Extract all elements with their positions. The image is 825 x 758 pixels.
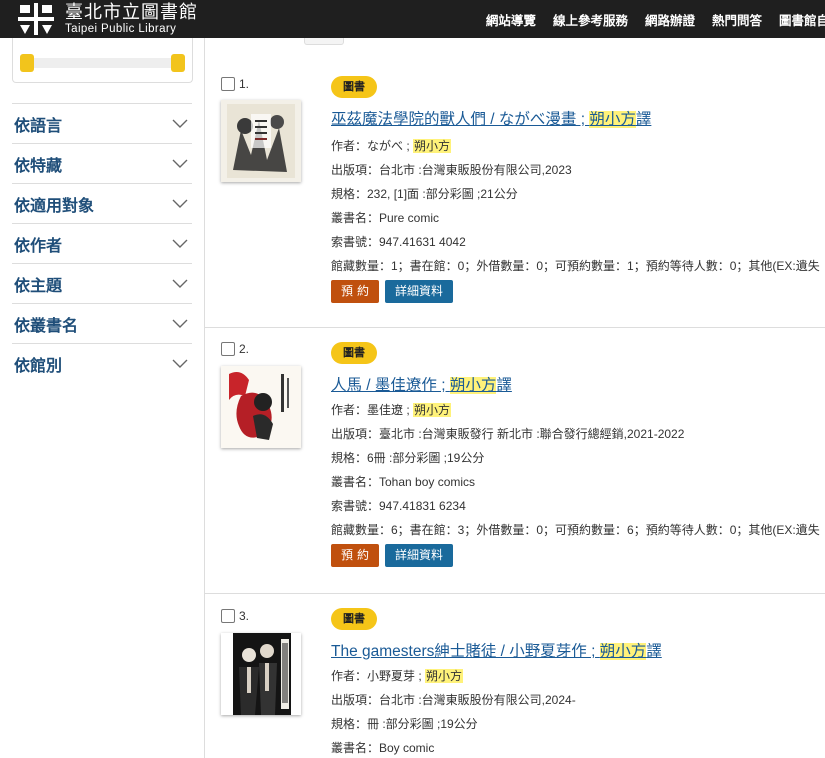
select-checkbox[interactable] (221, 609, 235, 623)
series-line: 叢書名：Tohan boy comics (331, 475, 476, 489)
nav-site-map[interactable]: 網站導覽 (486, 10, 536, 29)
range-slider-max-handle[interactable] (171, 54, 185, 72)
chevron-down-icon (172, 239, 188, 248)
result-item: 1. 圖書 巫茲魔法學院的獸人們 / ながべ漫畫 ; 朔小方譯 作者：ながべ ;… (205, 66, 825, 328)
result-title-link[interactable]: 人馬 / 墨佳遼作 ; 朔小方譯 (331, 373, 825, 395)
title-suffix: 譯 (496, 377, 512, 394)
author-label: 作者： (331, 403, 368, 417)
title-highlight: 朔小方 (589, 111, 636, 128)
details-button[interactable]: 詳細資料 (385, 280, 454, 303)
chevron-down-icon (172, 319, 188, 328)
result-title-link[interactable]: The gamesters紳士賭徒 / 小野夏芽作 ; 朔小方譯 (331, 639, 825, 661)
toolbar-tab[interactable] (304, 38, 344, 45)
facet-series[interactable]: 依叢書名 (12, 303, 192, 343)
select-checkbox[interactable] (221, 77, 235, 91)
title-suffix: 譯 (646, 643, 662, 660)
result-item: 3. 圖書 The gamesters紳士賭徒 / 小野夏芽作 ; 朔小方譯 作… (205, 594, 825, 758)
result-index: 3. (239, 609, 250, 623)
material-type-badge: 圖書 (331, 76, 377, 98)
call-number-line: 索書號：947.41631 4042 (331, 235, 466, 249)
logo-english-name: Taipei Public Library (65, 22, 177, 35)
title-text: 巫茲魔法學院的獸人們 / ながべ漫畫 ; (331, 111, 590, 128)
author-value: 小野夏芽 ; (367, 669, 426, 683)
top-nav: 網站導覽 線上參考服務 網路辦證 熱門問答 圖書館自 (486, 0, 825, 38)
author-line: 作者：墨佳遼 ; 朔小方 (331, 398, 825, 422)
author-line: 作者：ながべ ; 朔小方 (331, 134, 825, 158)
facet-language[interactable]: 依語言 (12, 103, 192, 143)
filter-sidebar: 依語言 依特藏 依適用對象 依作者 依主題 依叢書名 依館別 (0, 38, 205, 758)
title-highlight: 朔小方 (599, 643, 647, 660)
facet-label: 依叢書名 (14, 317, 79, 335)
author-value: ながべ ; (367, 139, 414, 153)
format-line: 規格：6冊 :部分彩圖 ;19公分 (331, 451, 485, 465)
holdings-line: 館藏數量：1；書在館：0；外借數量：0；可預約數量：1；預約等待人數：0；其他(… (331, 259, 820, 273)
result-item: 2. 圖書 人馬 / 墨佳遼作 ; 朔小方譯 作者：墨佳遼 ; 朔小方 出版項：… (205, 328, 825, 594)
material-type-badge: 圖書 (331, 608, 377, 630)
author-line: 作者：小野夏芽 ; 朔小方 (331, 664, 825, 688)
title-highlight: 朔小方 (449, 377, 497, 394)
result-index: 2. (239, 342, 250, 356)
result-index: 1. (239, 77, 250, 91)
author-highlight: 朔小方 (413, 139, 452, 153)
logo-chinese-name: 臺北市立圖書館 (65, 1, 198, 22)
facet-audience[interactable]: 依適用對象 (12, 183, 192, 223)
nav-faq[interactable]: 熱門問答 (712, 10, 762, 29)
facet-list: 依語言 依特藏 依適用對象 依作者 依主題 依叢書名 依館別 (12, 103, 192, 383)
title-text: 人馬 / 墨佳遼作 ; (331, 377, 450, 394)
facet-subject[interactable]: 依主題 (12, 263, 192, 303)
publication-line: 出版項：台北市 :台灣東販股份有限公司,2024- (331, 693, 576, 707)
facet-label: 依作者 (14, 237, 63, 255)
title-text: The gamesters紳士賭徒 / 小野夏芽作 ; (331, 643, 600, 660)
chevron-down-icon (172, 199, 188, 208)
facet-label: 依主題 (14, 277, 63, 295)
reserve-button[interactable]: 預約 (331, 280, 380, 303)
book-cover-image[interactable] (221, 366, 301, 448)
site-header: 臺北市立圖書館 Taipei Public Library 網站導覽 線上參考服… (0, 0, 825, 38)
author-value: 墨佳遼 ; (367, 403, 414, 417)
chevron-down-icon (172, 279, 188, 288)
series-line: 叢書名：Boy comic (331, 741, 435, 755)
nav-library-self[interactable]: 圖書館自 (779, 10, 825, 29)
publication-line: 出版項：臺北市 :台灣東販發行 新北市 :聯合發行總經銷,2021-2022 (331, 427, 685, 441)
chevron-down-icon (172, 159, 188, 168)
material-type-badge: 圖書 (331, 342, 377, 364)
author-label: 作者： (331, 669, 368, 683)
select-checkbox[interactable] (221, 342, 235, 356)
facet-label: 依館別 (14, 357, 63, 375)
nav-online-card[interactable]: 網路辦證 (645, 10, 695, 29)
facet-label: 依語言 (14, 117, 63, 135)
facet-author[interactable]: 依作者 (12, 223, 192, 263)
holdings-line: 館藏數量：6；書在館：3；外借數量：0；可預約數量：6；預約等待人數：0；其他(… (331, 523, 820, 537)
nav-online-reference[interactable]: 線上參考服務 (553, 10, 628, 29)
facet-label: 依適用對象 (14, 197, 95, 215)
author-label: 作者： (331, 139, 368, 153)
chevron-down-icon (172, 119, 188, 128)
title-suffix: 譯 (635, 111, 652, 128)
format-line: 規格：冊 :部分彩圖 ;19公分 (331, 717, 478, 731)
book-cover-image[interactable] (221, 100, 301, 182)
library-logo-icon (16, 2, 56, 36)
details-button[interactable]: 詳細資料 (385, 544, 454, 567)
results-list: 1. 圖書 巫茲魔法學院的獸人們 / ながべ漫畫 ; 朔小方譯 作者：ながべ ;… (205, 38, 825, 758)
facet-special-collection[interactable]: 依特藏 (12, 143, 192, 183)
library-logo[interactable]: 臺北市立圖書館 Taipei Public Library (16, 0, 198, 38)
format-line: 規格：232, [1]面 :部分彩圖 ;21公分 (331, 187, 518, 201)
reserve-button[interactable]: 預約 (331, 544, 380, 567)
chevron-down-icon (172, 359, 188, 368)
facet-branch[interactable]: 依館別 (12, 343, 192, 383)
publication-line: 出版項：台北市 :台灣東販股份有限公司,2023 (331, 163, 572, 177)
call-number-line: 索書號：947.41831 6234 (331, 499, 466, 513)
result-title-link[interactable]: 巫茲魔法學院的獸人們 / ながべ漫畫 ; 朔小方譯 (331, 107, 825, 129)
author-highlight: 朔小方 (425, 669, 464, 683)
range-slider-track[interactable] (20, 54, 185, 72)
year-range-filter (12, 38, 193, 83)
facet-label: 依特藏 (14, 157, 63, 175)
range-slider-min-handle[interactable] (20, 54, 34, 72)
author-highlight: 朔小方 (413, 403, 452, 417)
series-line: 叢書名：Pure comic (331, 211, 440, 225)
book-cover-image[interactable] (221, 633, 301, 715)
